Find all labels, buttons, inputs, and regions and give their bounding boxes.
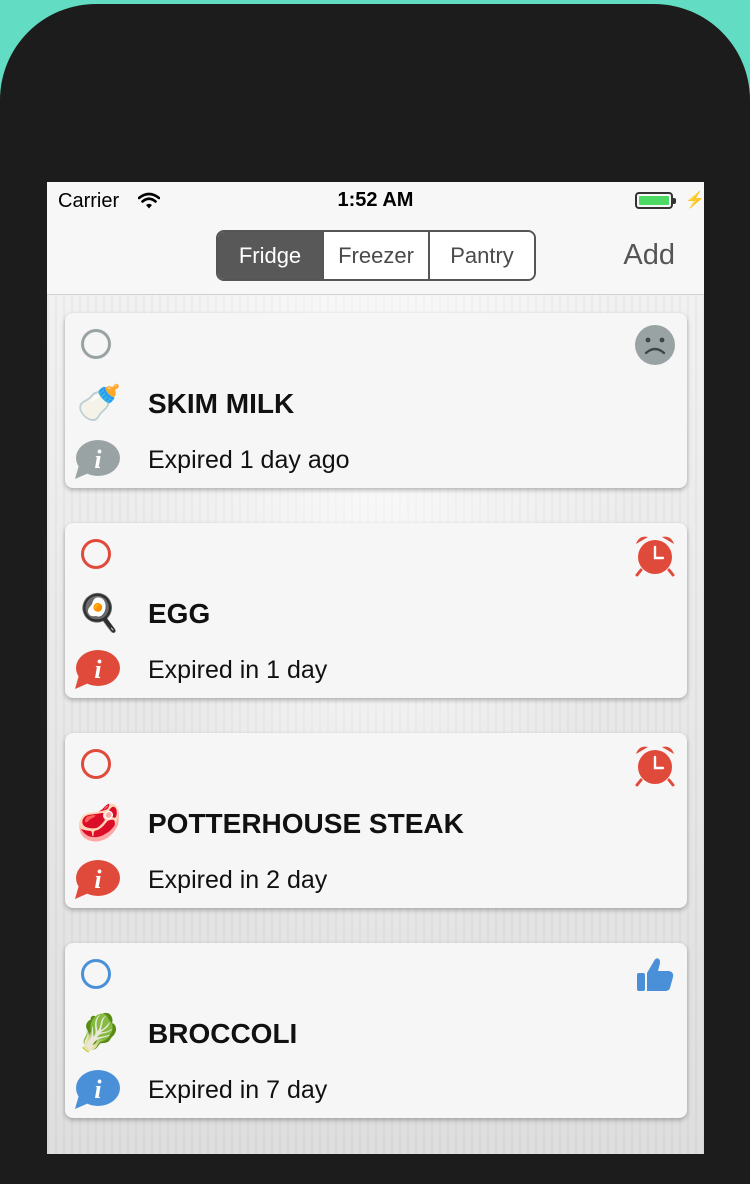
navigation-bar: Fridge Freezer Pantry Add (47, 220, 704, 295)
food-item-card[interactable]: 🥩 POTTERHOUSE STEAK i Expired in 2 day (65, 733, 687, 908)
svg-text:i: i (94, 1075, 102, 1104)
food-name: EGG (148, 598, 211, 629)
fried-egg-icon: 🍳 (76, 592, 122, 633)
food-name: SKIM MILK (148, 388, 295, 419)
steak-icon: 🥩 (76, 802, 122, 843)
food-item-card[interactable]: 🍼 SKIM MILK i Expired 1 day ago (65, 313, 687, 488)
segment-fridge[interactable]: Fridge (218, 232, 322, 279)
alarm-clock-icon (635, 536, 675, 577)
svg-text:i: i (94, 655, 102, 684)
expiry-text: Expired in 7 day (148, 1076, 328, 1104)
food-item-card[interactable]: 🥬 BROCCOLI i Expired in 7 day (65, 943, 687, 1118)
expiry-text: Expired 1 day ago (148, 446, 350, 474)
sad-face-icon (635, 325, 675, 365)
food-name: POTTERHOUSE STEAK (148, 808, 464, 839)
info-bubble-icon: i (75, 860, 120, 899)
clock-time: 1:52 AM (337, 189, 414, 211)
battery-level-fill (639, 196, 669, 205)
baby-bottle-icon: 🍼 (76, 382, 122, 423)
storage-segmented-control: Fridge Freezer Pantry (216, 230, 536, 281)
app-screen: Carrier 1:52 AM ⚡ Fridge Freezer Pantry … (47, 182, 704, 1154)
food-name: BROCCOLI (148, 1018, 298, 1049)
expiry-text: Expired in 2 day (148, 866, 328, 894)
complete-checkbox[interactable] (81, 959, 111, 989)
info-bubble-icon: i (75, 440, 120, 479)
alarm-clock-icon (635, 746, 675, 787)
leafy-green-icon: 🥬 (76, 1012, 122, 1053)
svg-text:i: i (94, 445, 102, 474)
complete-checkbox[interactable] (81, 749, 111, 779)
food-item-card[interactable]: 🍳 EGG i Expired in 1 day (65, 523, 687, 698)
svg-text:i: i (94, 865, 102, 894)
complete-checkbox[interactable] (81, 329, 111, 359)
battery-tip (673, 198, 676, 204)
segment-pantry[interactable]: Pantry (428, 232, 534, 279)
thumbs-up-icon (637, 958, 674, 991)
info-bubble-icon: i (75, 1070, 120, 1109)
complete-checkbox[interactable] (81, 539, 111, 569)
charging-bolt-icon: ⚡ (685, 192, 704, 209)
battery-icon (635, 192, 676, 209)
status-bar: Carrier 1:52 AM ⚡ (47, 182, 704, 220)
info-bubble-icon: i (75, 650, 120, 689)
segment-freezer[interactable]: Freezer (322, 232, 428, 279)
add-button[interactable]: Add (623, 239, 675, 272)
expiry-text: Expired in 1 day (148, 656, 328, 684)
